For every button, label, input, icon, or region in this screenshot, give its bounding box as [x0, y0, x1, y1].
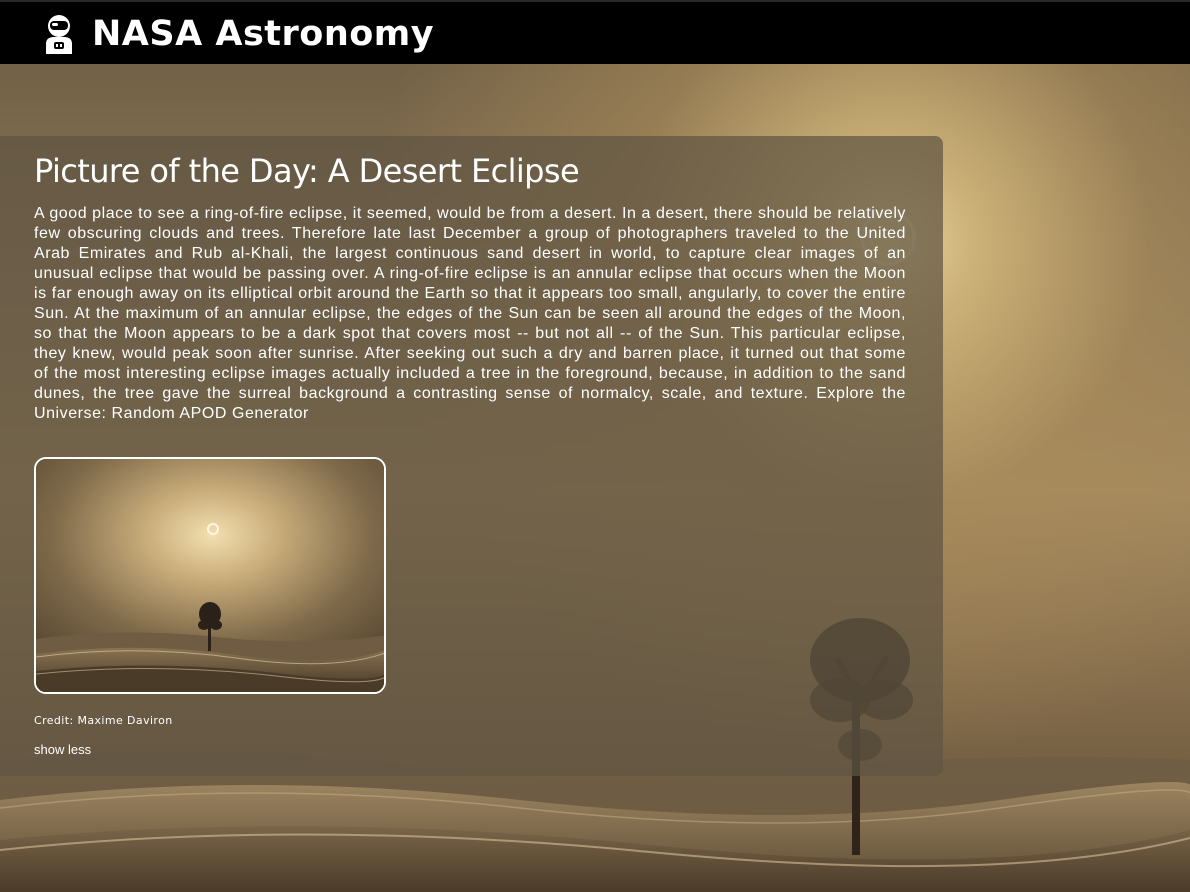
apod-explanation: A good place to see a ring-of-fire eclip…	[34, 205, 906, 422]
show-less-button[interactable]: show less	[34, 742, 91, 757]
brand-title[interactable]: NASA Astronomy	[92, 12, 434, 56]
apod-card: Picture of the Day: A Desert Eclipse A g…	[0, 136, 943, 776]
desert-eclipse-photo	[36, 459, 384, 692]
apod-image[interactable]	[34, 457, 386, 694]
top-navigation-bar: NASA Astronomy	[0, 0, 1190, 64]
apod-title: Picture of the Day: A Desert Eclipse	[34, 152, 580, 190]
astronaut-icon[interactable]	[40, 14, 78, 54]
photo-credit: Credit: Maxime Daviron	[34, 714, 173, 727]
